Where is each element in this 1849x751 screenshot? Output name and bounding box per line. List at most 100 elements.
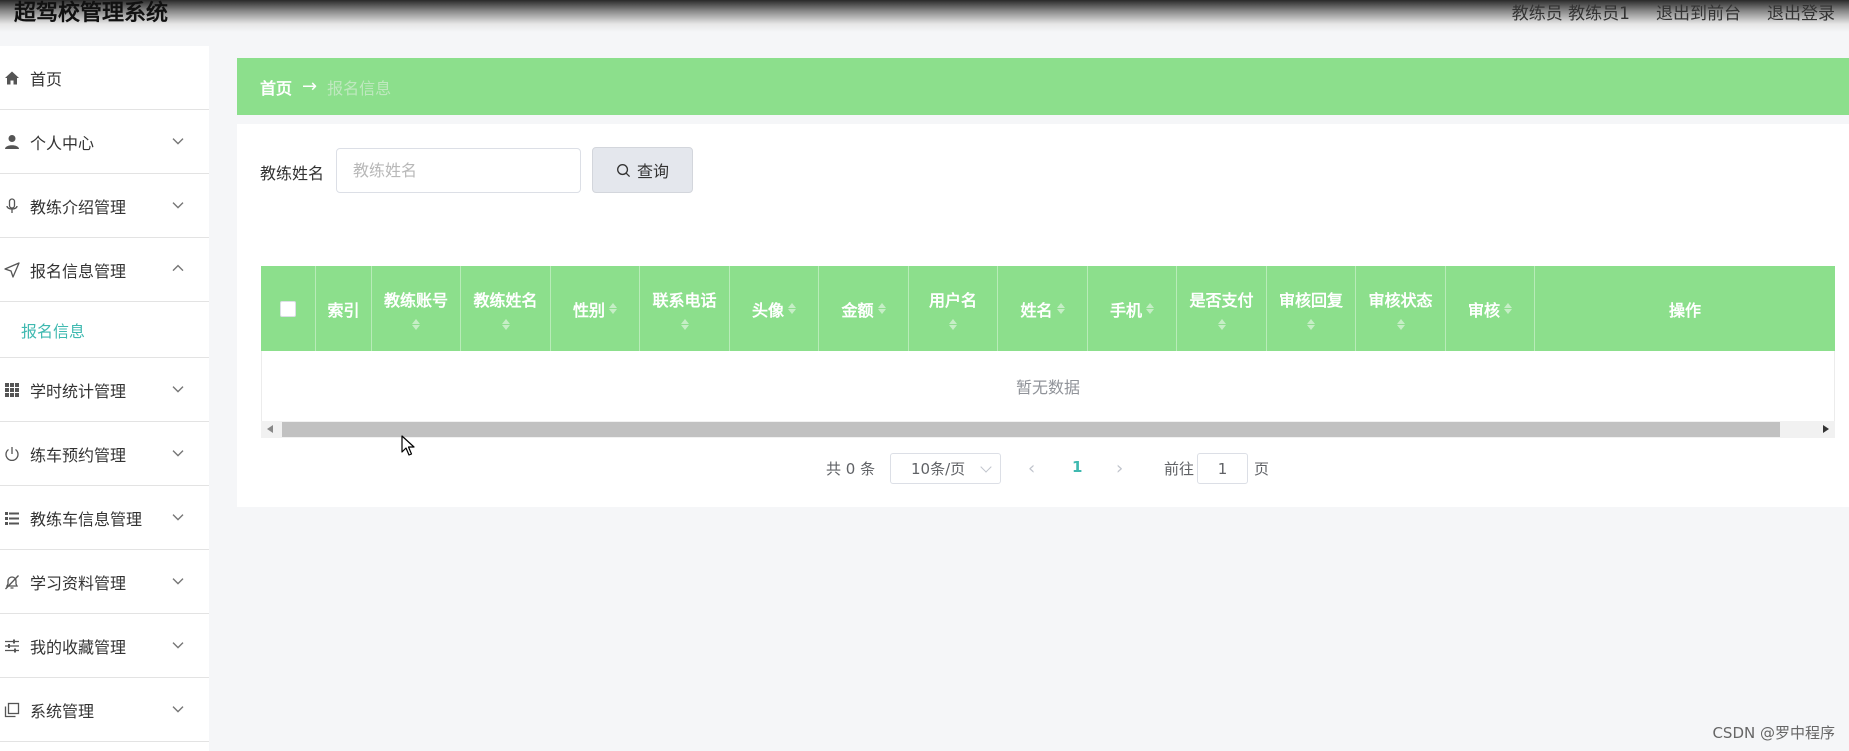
sidebar-item-label: 系统管理	[30, 701, 95, 721]
sidebar-subitem-registration-info[interactable]: 报名信息	[0, 302, 209, 358]
sidebar-item-system[interactable]: 系统管理	[0, 678, 209, 742]
column-label: 是否支付	[1189, 291, 1254, 310]
chevron-down-icon	[172, 641, 184, 649]
sort-icon[interactable]	[1146, 303, 1154, 314]
app-title: 超驾校管理系统	[14, 1, 169, 26]
column-header: 操作	[1535, 266, 1835, 351]
home-icon	[4, 70, 20, 86]
current-user: 教练员 教练员1	[1511, 4, 1630, 24]
sidebar: 首页 个人中心 教练介绍管理 报名信息管理 报名信息 学时统计管理 练车预约管理	[0, 46, 209, 751]
sort-icon[interactable]	[1056, 303, 1065, 314]
column-header[interactable]: 审核	[1446, 266, 1535, 351]
coach-name-search-input[interactable]	[336, 148, 581, 193]
sidebar-item-home[interactable]: 首页	[0, 46, 209, 110]
select-all-checkbox[interactable]	[280, 300, 296, 317]
sort-icon[interactable]	[1396, 319, 1405, 330]
goto-page-input[interactable]	[1197, 453, 1248, 484]
sidebar-item-profile[interactable]: 个人中心	[0, 110, 209, 174]
column-header[interactable]: 性别	[551, 266, 640, 351]
column-header[interactable]: 联系电话	[640, 266, 730, 351]
column-label: 姓名	[1020, 300, 1053, 320]
sidebar-item-materials[interactable]: 学习资料管理	[0, 550, 209, 614]
sort-icon[interactable]	[609, 303, 617, 314]
column-header: 索引	[316, 266, 372, 351]
goto-suffix: 页	[1254, 460, 1270, 478]
chevron-down-icon	[980, 461, 992, 473]
mouse-cursor-icon	[401, 435, 415, 456]
sidebar-item-label: 教练介绍管理	[30, 197, 127, 217]
sort-icon[interactable]	[680, 319, 689, 330]
chevron-down-icon	[172, 137, 184, 145]
column-label: 用户名	[928, 291, 977, 310]
breadcrumb-home-link[interactable]: 首页	[260, 75, 292, 99]
sidebar-item-label: 学时统计管理	[30, 381, 127, 401]
top-header: 超驾校管理系统 教练员 教练员1 退出到前台 退出登录	[0, 0, 1849, 32]
column-header[interactable]: 审核回复	[1267, 266, 1356, 351]
column-header[interactable]: 是否支付	[1177, 266, 1267, 351]
column-label: 审核状态	[1368, 291, 1433, 310]
sort-icon[interactable]	[788, 303, 796, 314]
list-icon	[4, 510, 20, 526]
column-header[interactable]: 审核状态	[1356, 266, 1446, 351]
microphone-icon	[4, 197, 20, 214]
sidebar-item-label: 学习资料管理	[30, 573, 127, 593]
sort-icon[interactable]	[1217, 319, 1226, 330]
column-header[interactable]: 手机	[1088, 266, 1177, 351]
watermark: CSDN @罗中程序	[1712, 724, 1835, 742]
column-label: 头像	[751, 300, 784, 320]
column-header[interactable]: 金额	[819, 266, 909, 351]
sidebar-item-label: 我的收藏管理	[30, 637, 127, 657]
sort-icon[interactable]	[949, 319, 957, 330]
breadcrumb-arrow-icon: →	[302, 76, 318, 97]
scrollbar-thumb[interactable]	[282, 422, 1780, 437]
search-label: 教练姓名	[260, 164, 325, 183]
sidebar-item-coach-intro[interactable]: 教练介绍管理	[0, 174, 209, 238]
send-icon	[4, 261, 20, 278]
sort-icon[interactable]	[877, 303, 886, 314]
back-to-front-link[interactable]: 退出到前台	[1656, 2, 1741, 26]
scroll-left-icon[interactable]	[267, 425, 273, 433]
chevron-down-icon	[172, 577, 184, 585]
horizontal-scrollbar[interactable]	[261, 421, 1835, 438]
prev-page-button[interactable]: ‹	[1028, 458, 1035, 479]
column-header[interactable]: 姓名	[998, 266, 1088, 351]
sort-icon[interactable]	[1504, 303, 1512, 314]
chevron-down-icon	[172, 705, 184, 713]
scroll-right-icon[interactable]	[1823, 425, 1829, 433]
sort-icon[interactable]	[501, 319, 510, 330]
search-button[interactable]: 查询	[592, 147, 693, 193]
sidebar-item-hours-stats[interactable]: 学时统计管理	[0, 358, 209, 422]
next-page-button[interactable]: ›	[1116, 458, 1123, 479]
sidebar-item-cars[interactable]: 教练车信息管理	[0, 486, 209, 550]
column-header[interactable]: 教练姓名	[461, 266, 551, 351]
column-header[interactable]: 头像	[730, 266, 819, 351]
column-label: 联系电话	[652, 291, 717, 310]
sort-icon[interactable]	[412, 319, 420, 330]
chevron-down-icon	[172, 513, 184, 521]
column-label: 教练姓名	[473, 291, 538, 310]
chevron-down-icon	[172, 449, 184, 457]
column-header[interactable]: 用户名	[909, 266, 998, 351]
sidebar-item-label: 首页	[30, 69, 63, 89]
grid-icon	[4, 382, 20, 398]
goto-label: 前往	[1164, 460, 1195, 478]
sidebar-item-label: 个人中心	[30, 133, 95, 153]
search-icon	[617, 163, 631, 177]
user-icon	[4, 134, 20, 150]
sort-icon[interactable]	[1307, 319, 1315, 330]
sidebar-item-favorites[interactable]: 我的收藏管理	[0, 614, 209, 678]
chevron-down-icon	[172, 201, 184, 209]
chevron-down-icon	[172, 385, 184, 393]
sidebar-item-registration[interactable]: 报名信息管理	[0, 238, 209, 302]
page-size-select[interactable]: 10条/页	[890, 453, 1001, 484]
column-label: 金额	[841, 300, 874, 320]
sidebar-item-booking[interactable]: 练车预约管理	[0, 422, 209, 486]
page-number-current[interactable]: 1	[1072, 458, 1082, 476]
column-label: 索引	[327, 300, 360, 320]
sidebar-item-label: 教练车信息管理	[30, 509, 143, 529]
bell-off-icon	[4, 574, 20, 590]
search-button-label: 查询	[636, 162, 669, 181]
table-header: 索引 教练账号 教练姓名 性别 联系电话 头像 金额 用户名 姓名 手机 是否支…	[261, 266, 1835, 351]
column-header[interactable]: 教练账号	[372, 266, 461, 351]
logout-link[interactable]: 退出登录	[1767, 2, 1835, 26]
